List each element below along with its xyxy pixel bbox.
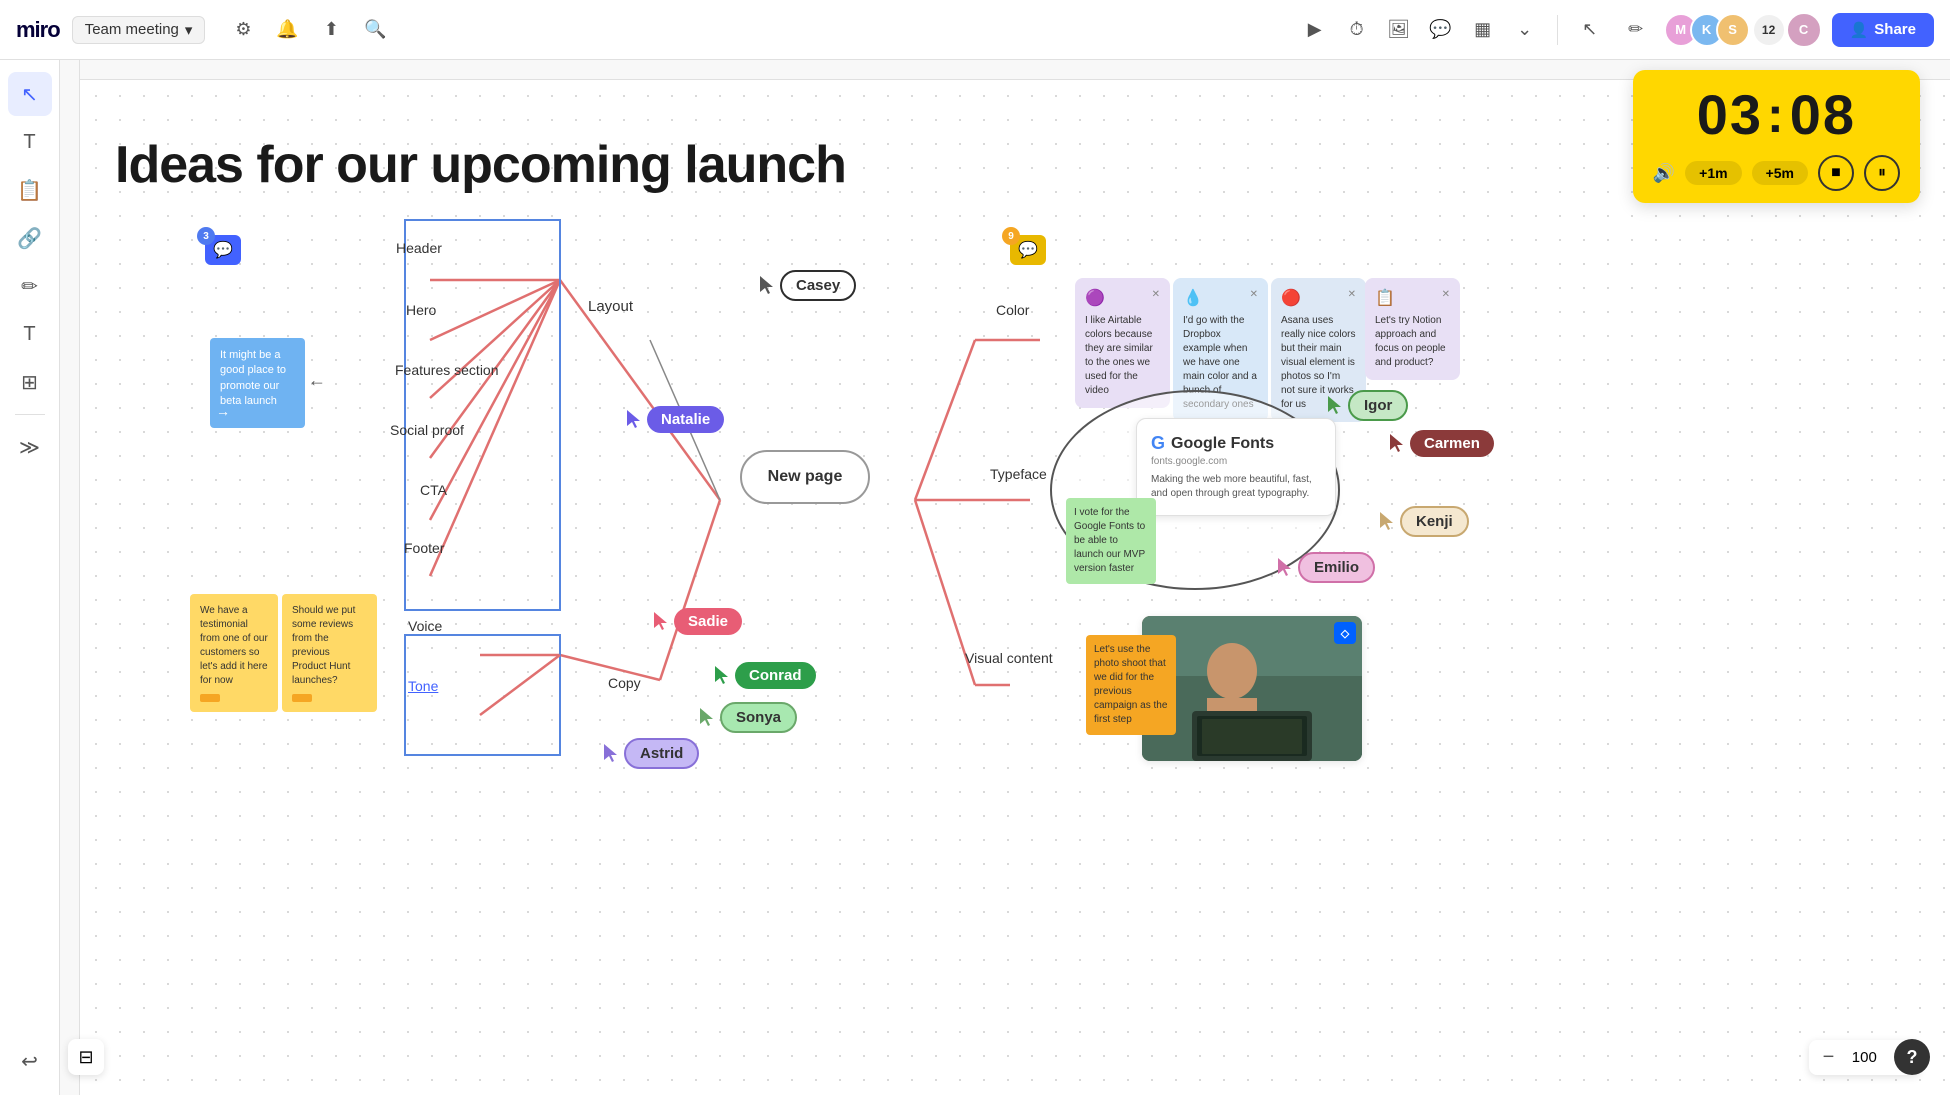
search-icon[interactable]: 🔍	[357, 12, 393, 48]
user-tag-emilio: Emilio	[1298, 552, 1375, 583]
annotate-icon[interactable]: ✏	[1618, 12, 1654, 48]
share-button[interactable]: 👤 Share	[1832, 13, 1934, 47]
timer-plus5-button[interactable]: +5m	[1752, 161, 1808, 185]
header-label: Header	[396, 240, 442, 256]
timer-stop-button[interactable]: ■	[1818, 155, 1854, 191]
page-title: Ideas for our upcoming launch	[115, 135, 846, 195]
undo-button[interactable]: ↩	[8, 1039, 52, 1083]
user-cursor-emilio: Emilio	[1278, 552, 1375, 583]
more-icon[interactable]: ⌄	[1507, 12, 1543, 48]
hero-label: Hero	[406, 302, 436, 318]
visual-content-label: Visual content	[965, 650, 1053, 666]
board-name[interactable]: Team meeting ▾	[72, 16, 206, 44]
sidebar-cursor-tool[interactable]: ↖	[8, 72, 52, 116]
frames-icon[interactable]: 🖼	[1381, 12, 1417, 48]
sticky-photo-shoot[interactable]: Let's use the photo shoot that we did fo…	[1086, 635, 1176, 735]
timer-controls: 🔊 +1m +5m ■ ⏸	[1653, 155, 1900, 191]
user-tag-igor: Igor	[1348, 390, 1408, 421]
help-button[interactable]: ?	[1894, 1039, 1930, 1075]
notion-card-notion[interactable]: 📋 ✕ Let's try Notion approach and focus …	[1365, 278, 1460, 380]
timer-seconds: 08	[1790, 82, 1856, 147]
features-section-label: Features section	[395, 362, 499, 378]
topbar-tools: ⚙ 🔔 ⬆ 🔍	[225, 12, 393, 48]
social-proof-label: Social proof	[390, 422, 464, 438]
timer-icon[interactable]: ⏱	[1339, 12, 1375, 48]
footer-label: Footer	[404, 540, 444, 556]
voice-label: Voice	[408, 618, 442, 634]
layout-toggle-button[interactable]: ⊟	[68, 1039, 104, 1075]
ruler-vertical	[60, 60, 80, 1095]
user-cursor-natalie: Natalie	[627, 406, 724, 433]
user-tag-sonya: Sonya	[720, 702, 797, 733]
sidebar-more-tool[interactable]: ≫	[8, 425, 52, 469]
topbar-right: ▶ ⏱ 🖼 💬 ▦ ⌄ ↖ ✏ M K S 12 C 👤 Share	[1297, 12, 1934, 48]
arrow-features: ←	[308, 370, 326, 391]
cta-label: CTA	[420, 482, 447, 498]
avatar-group: M K S 12	[1664, 13, 1784, 47]
cursor-icon[interactable]: ↖	[1572, 12, 1608, 48]
sidebar-connect-tool[interactable]: 🔗	[8, 216, 52, 260]
play-icon[interactable]: ▶	[1297, 12, 1333, 48]
user-cursor-igor: Igor	[1328, 390, 1408, 421]
canvas: Ideas for our upcoming launch 💬 3 💬 9 Ne…	[60, 60, 1950, 1095]
timer-minutes: 03	[1697, 82, 1763, 147]
sidebar: ↖ T 📋 🔗 ✏ T ⊞ ≫ ↩	[0, 60, 60, 1095]
timer-plus1-button[interactable]: +1m	[1685, 161, 1741, 185]
user-cursor-sadie: Sadie	[654, 608, 742, 635]
notifications-icon[interactable]: 🔔	[269, 12, 305, 48]
timer-sound-icon[interactable]: 🔊	[1653, 163, 1675, 184]
user-cursor-carmen: Carmen	[1390, 430, 1494, 457]
sidebar-frame-tool[interactable]: ⊞	[8, 360, 52, 404]
topbar: miro Team meeting ▾ ⚙ 🔔 ⬆ 🔍 ▶ ⏱ 🖼 💬 ▦ ⌄ …	[0, 0, 1950, 60]
current-user-avatar: C	[1786, 12, 1822, 48]
user-tag-natalie: Natalie	[647, 406, 724, 433]
sidebar-bottom: ↩	[8, 1039, 52, 1083]
grid-icon[interactable]: ▦	[1465, 12, 1501, 48]
comments-icon[interactable]: 💬	[1423, 12, 1459, 48]
user-tag-kenji: Kenji	[1400, 506, 1469, 537]
typeface-label: Typeface	[990, 466, 1047, 482]
view-icons: ▶ ⏱ 🖼 💬 ▦ ⌄	[1297, 12, 1543, 48]
comment-badge-2[interactable]: 💬 9	[1010, 235, 1046, 265]
sticky-reviews[interactable]: Should we put some reviews from the prev…	[282, 594, 377, 712]
user-tag-astrid: Astrid	[624, 738, 699, 769]
comment-badge-1[interactable]: 💬 3	[205, 235, 241, 265]
google-fonts-card[interactable]: G Google Fonts fonts.google.com Making t…	[1136, 418, 1336, 516]
tone-label[interactable]: Tone	[408, 678, 438, 694]
zoom-out-button[interactable]: −	[1823, 1046, 1835, 1069]
user-tag-casey: Casey	[780, 270, 856, 301]
user-cursor-sonya: Sonya	[700, 702, 797, 733]
timer-pause-button[interactable]: ⏸	[1864, 155, 1900, 191]
sticky-google-fonts-vote[interactable]: I vote for the Google Fonts to be able t…	[1066, 498, 1156, 584]
app-logo: miro	[16, 17, 60, 43]
sidebar-sep	[15, 414, 45, 415]
sidebar-sticky-tool[interactable]: 📋	[8, 168, 52, 212]
user-tag-sadie: Sadie	[674, 608, 742, 635]
notion-card-airtable[interactable]: 🟣 ✕ I like Airtable colors because they …	[1075, 278, 1170, 408]
sticky-testimonial[interactable]: We have a testimonial from one of our cu…	[190, 594, 278, 712]
mindmap-center-node[interactable]: New page	[740, 450, 870, 504]
user-cursor-conrad: Conrad	[715, 662, 816, 689]
layout-label: Layout	[588, 298, 633, 315]
sidebar-shapes-tool[interactable]: T	[8, 312, 52, 356]
share-board-icon[interactable]: ⬆	[313, 12, 349, 48]
avatar-3: S	[1716, 13, 1750, 47]
avatar-count: 12	[1754, 15, 1784, 45]
sticky-beta-launch[interactable]: It might be a good place to promote our …	[210, 338, 305, 428]
user-cursor-astrid: Astrid	[604, 738, 699, 769]
settings-icon[interactable]: ⚙	[225, 12, 261, 48]
color-label: Color	[996, 302, 1029, 318]
dropbox-badge: ◇	[1334, 622, 1356, 644]
timer-display: 03 : 08	[1697, 82, 1856, 147]
sidebar-pen-tool[interactable]: ✏	[8, 264, 52, 308]
user-tag-carmen: Carmen	[1410, 430, 1494, 457]
user-cursor-kenji: Kenji	[1380, 506, 1469, 537]
user-tag-conrad: Conrad	[735, 662, 816, 689]
user-cursor-casey: Casey	[760, 270, 856, 301]
timer-widget: 03 : 08 🔊 +1m +5m ■ ⏸	[1633, 70, 1920, 203]
copy-label: Copy	[608, 675, 641, 691]
sidebar-text-tool[interactable]: T	[8, 120, 52, 164]
zoom-level: 100	[1844, 1049, 1884, 1066]
